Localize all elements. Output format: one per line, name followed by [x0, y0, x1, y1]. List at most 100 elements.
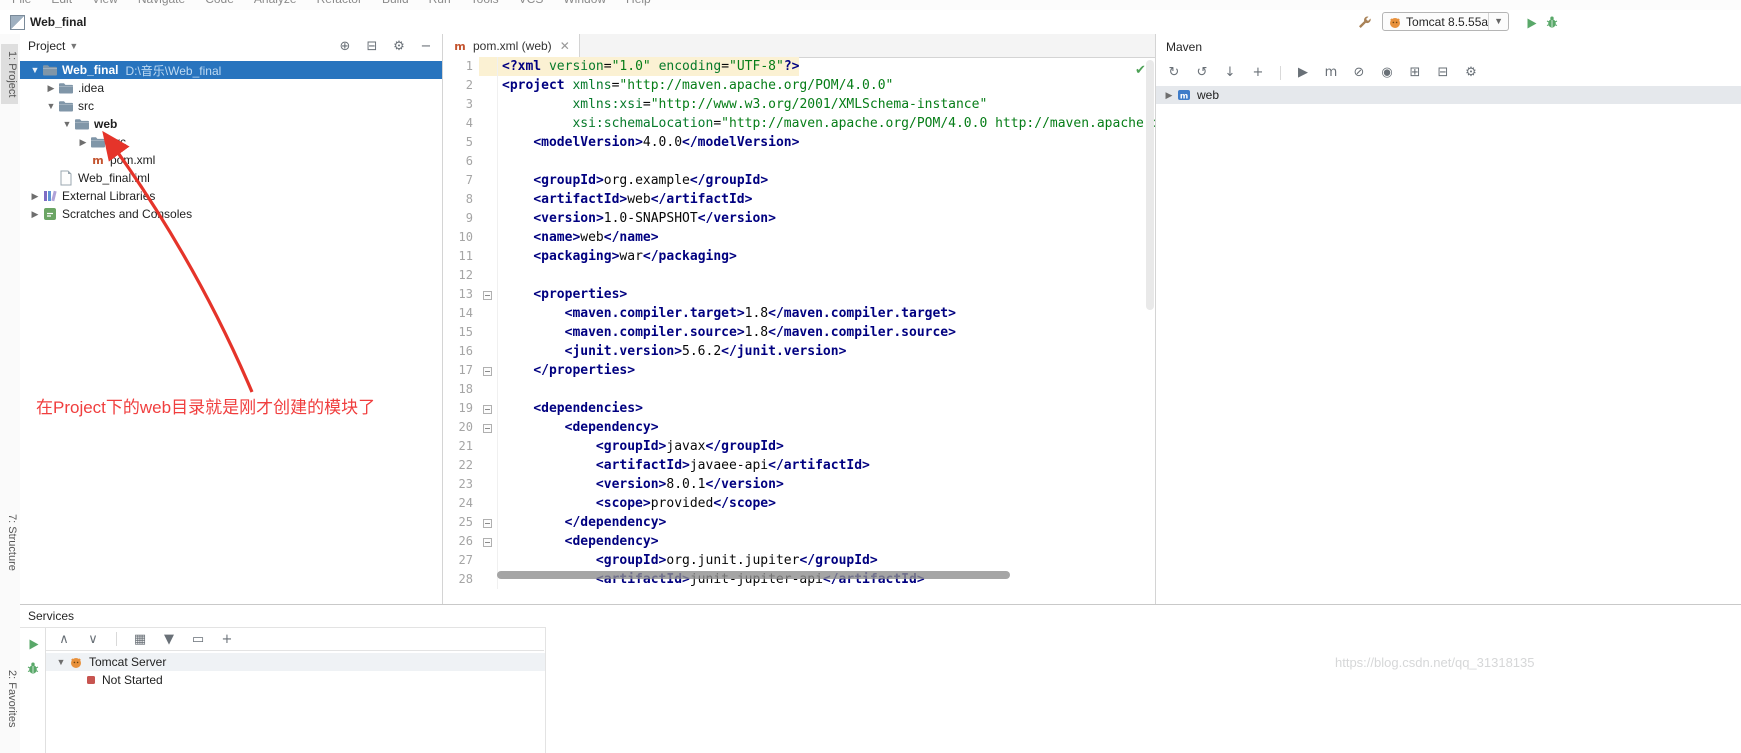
chevron-down-icon[interactable]: ▼: [54, 657, 68, 667]
code-line[interactable]: 5 <modelVersion>4.0.0</modelVersion>: [443, 133, 1155, 152]
code-line[interactable]: 25 </dependency>: [443, 513, 1155, 532]
line-number[interactable]: 11: [443, 247, 479, 266]
menu-help[interactable]: Help: [626, 0, 651, 6]
code-line[interactable]: 6: [443, 152, 1155, 171]
tool-tab-project[interactable]: 1: Project: [1, 44, 18, 104]
line-number[interactable]: 5: [443, 133, 479, 152]
chevron-right-icon[interactable]: ▶: [44, 83, 58, 94]
line-number[interactable]: 8: [443, 190, 479, 209]
tree-item-web_final[interactable]: ▼Web_finalD:\音乐\Web_final: [20, 61, 442, 79]
code-line[interactable]: 9 <version>1.0-SNAPSHOT</version>: [443, 209, 1155, 228]
code-line[interactable]: 26 <dependency>: [443, 532, 1155, 551]
chevron-right-icon[interactable]: ▶: [28, 209, 42, 220]
menu-tools[interactable]: Tools: [471, 0, 499, 6]
run-maven-build-icon[interactable]: ▶: [1295, 65, 1311, 80]
maven-tree-item-web[interactable]: ▶ m web: [1156, 86, 1741, 104]
menu-refactor[interactable]: Refactor: [317, 0, 362, 6]
add-maven-project-icon[interactable]: +: [1250, 65, 1266, 80]
tree-item-src[interactable]: ▼src: [20, 97, 442, 115]
chevron-down-icon[interactable]: ▼: [44, 101, 58, 111]
tree-item-idea[interactable]: ▶.idea: [20, 79, 442, 97]
code-line[interactable]: 14 <maven.compiler.target>1.8</maven.com…: [443, 304, 1155, 323]
menu-build[interactable]: Build: [382, 0, 409, 6]
line-number[interactable]: 17: [443, 361, 479, 380]
inspections-ok-icon[interactable]: ✔: [1135, 63, 1146, 78]
group-by-icon[interactable]: ▦: [132, 632, 148, 647]
code-line[interactable]: 8 <artifactId>web</artifactId>: [443, 190, 1155, 209]
code-line[interactable]: 4 xsi:schemaLocation="http://maven.apach…: [443, 114, 1155, 133]
profiles-icon[interactable]: ◉: [1379, 65, 1395, 80]
open-in-new-frame-icon[interactable]: ▭: [190, 632, 206, 647]
chevron-down-icon[interactable]: ▼: [69, 41, 78, 51]
run-service-icon[interactable]: [25, 636, 41, 652]
tool-tab-structure[interactable]: 7: Structure: [1, 514, 18, 571]
menu-navigate[interactable]: Navigate: [138, 0, 185, 6]
line-number[interactable]: 10: [443, 228, 479, 247]
menu-file[interactable]: File: [12, 0, 31, 6]
code-line[interactable]: 1<?xml version="1.0" encoding="UTF-8"?>: [443, 57, 1155, 76]
code-line[interactable]: 11 <packaging>war</packaging>: [443, 247, 1155, 266]
add-service-icon[interactable]: +: [219, 632, 235, 647]
execute-goal-icon[interactable]: m: [1323, 65, 1339, 80]
line-number[interactable]: 9: [443, 209, 479, 228]
expand-all-icon[interactable]: ⊞: [1407, 65, 1423, 80]
line-number[interactable]: 4: [443, 114, 479, 133]
code-line[interactable]: 7 <groupId>org.example</groupId>: [443, 171, 1155, 190]
tree-item-src[interactable]: ▶src: [20, 133, 442, 151]
line-number[interactable]: 26: [443, 532, 479, 551]
menu-analyze[interactable]: Analyze: [254, 0, 297, 6]
menu-window[interactable]: Window: [563, 0, 606, 6]
fold-icon[interactable]: [483, 291, 492, 300]
collapse-all-icon[interactable]: ⊟: [1435, 65, 1451, 80]
filter-icon[interactable]: ▼: [161, 632, 177, 647]
line-number[interactable]: 18: [443, 380, 479, 399]
editor-vertical-scrollbar[interactable]: [1146, 60, 1154, 310]
line-number[interactable]: 28: [443, 570, 479, 589]
skip-tests-icon[interactable]: ⊘: [1351, 65, 1367, 80]
fold-icon[interactable]: [483, 538, 492, 547]
tree-item-web[interactable]: ▼web: [20, 115, 442, 133]
tree-item-pom-xml[interactable]: mpom.xml: [20, 151, 442, 169]
code-line[interactable]: 16 <junit.version>5.6.2</junit.version>: [443, 342, 1155, 361]
run-button[interactable]: [1523, 15, 1539, 31]
chevron-right-icon[interactable]: ▶: [28, 191, 42, 202]
debug-button[interactable]: [1544, 14, 1560, 30]
code-line[interactable]: 3 xmlns:xsi="http://www.w3.org/2001/XMLS…: [443, 95, 1155, 114]
tool-tab-favorites[interactable]: 2: Favorites: [1, 670, 18, 727]
chevron-down-icon[interactable]: ▼: [28, 65, 42, 75]
settings-gear-icon[interactable]: ⚙: [391, 39, 407, 54]
services-tree-item-not-started[interactable]: Not Started: [46, 671, 545, 689]
line-number[interactable]: 2: [443, 76, 479, 95]
code-line[interactable]: 2<project xmlns="http://maven.apache.org…: [443, 76, 1155, 95]
collapse-icon[interactable]: ∨: [85, 632, 101, 647]
line-number[interactable]: 14: [443, 304, 479, 323]
code-line[interactable]: 15 <maven.compiler.source>1.8</maven.com…: [443, 323, 1155, 342]
line-number[interactable]: 22: [443, 456, 479, 475]
line-number[interactable]: 3: [443, 95, 479, 114]
code-line[interactable]: 17 </properties>: [443, 361, 1155, 380]
line-number[interactable]: 20: [443, 418, 479, 437]
tree-item-web_final-iml[interactable]: Web_final.iml: [20, 169, 442, 187]
chevron-right-icon[interactable]: ▶: [76, 137, 90, 148]
editor-horizontal-scrollbar[interactable]: [497, 571, 1010, 579]
collapse-all-icon[interactable]: ⊟: [364, 39, 380, 54]
wrench-icon[interactable]: [1356, 14, 1372, 30]
code-area[interactable]: 1<?xml version="1.0" encoding="UTF-8"?>2…: [443, 57, 1155, 604]
tree-item-external-libraries[interactable]: ▶External Libraries: [20, 187, 442, 205]
fold-icon[interactable]: [483, 405, 492, 414]
code-line[interactable]: 27 <groupId>org.junit.jupiter</groupId>: [443, 551, 1155, 570]
run-config-select[interactable]: Tomcat 8.5.55a ▼: [1382, 12, 1509, 31]
tree-item-scratches-and-consoles[interactable]: ▶Scratches and Consoles: [20, 205, 442, 223]
expand-icon[interactable]: ∧: [56, 632, 72, 647]
line-number[interactable]: 7: [443, 171, 479, 190]
line-number[interactable]: 25: [443, 513, 479, 532]
code-line[interactable]: 22 <artifactId>javaee-api</artifactId>: [443, 456, 1155, 475]
menu-code[interactable]: Code: [205, 0, 234, 6]
code-line[interactable]: 23 <version>8.0.1</version>: [443, 475, 1155, 494]
line-number[interactable]: 6: [443, 152, 479, 171]
line-number[interactable]: 27: [443, 551, 479, 570]
line-number[interactable]: 12: [443, 266, 479, 285]
hide-panel-icon[interactable]: −: [418, 39, 434, 54]
menu-edit[interactable]: Edit: [51, 0, 72, 6]
code-line[interactable]: 19 <dependencies>: [443, 399, 1155, 418]
